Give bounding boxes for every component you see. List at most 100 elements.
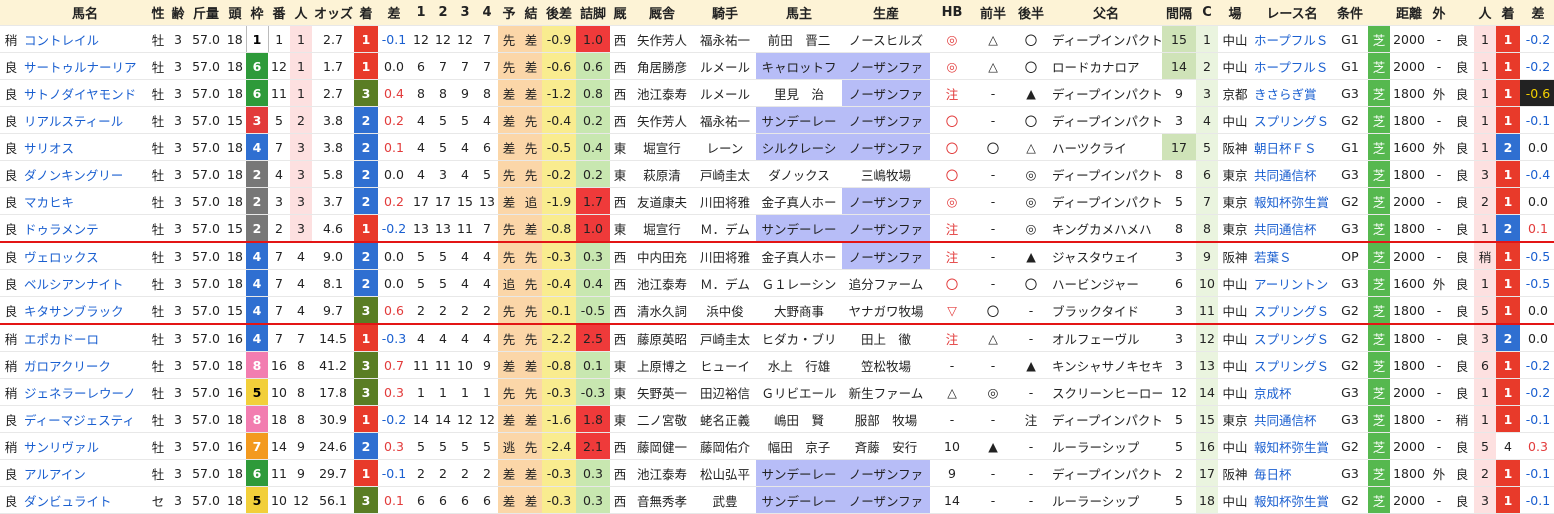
cell-outer: -	[1428, 106, 1450, 134]
cell-horse-name[interactable]: リアルスティール	[22, 106, 148, 134]
cell-horse-name[interactable]: ダンビュライト	[22, 486, 148, 514]
header-pos4[interactable]: 4	[476, 0, 498, 26]
header-owner[interactable]: 馬主	[756, 0, 842, 26]
table-row[interactable]: 良ヴェロックス牡 3 57.0 18 4 7 4 9.0 2 0.0 5 5 4 4 先先 -0.3 0.3 西中…	[0, 242, 1554, 270]
header-pred[interactable]: 予	[498, 0, 520, 26]
table-row[interactable]: 良サートゥルナーリア牡 3 57.0 18 6 12 1 1.7 1 0.0 6 7 7 7 先差 -0.6 0…	[0, 52, 1554, 80]
cell-horse-name[interactable]: ドゥラメンテ	[22, 214, 148, 243]
header-odds[interactable]: オッズ	[312, 0, 354, 26]
cell-horse-name[interactable]: マカヒキ	[22, 187, 148, 215]
table-row[interactable]: 良ドゥラメンテ牡 3 57.0 15 2 2 3 4.6 1 -0.2 13 13 11 7 先差 -0.8 1…	[0, 214, 1554, 243]
header-gate[interactable]: 枠	[246, 0, 268, 26]
header-interval[interactable]: 間隔	[1162, 0, 1196, 26]
cell-race-name[interactable]: 朝日杯ＦＳ	[1252, 133, 1332, 161]
header-pos3[interactable]: 3	[454, 0, 476, 26]
header-jockey[interactable]: 騎手	[694, 0, 756, 26]
cell-race-name[interactable]: 毎日杯	[1252, 459, 1332, 487]
cell-horse-name[interactable]: サートゥルナーリア	[22, 52, 148, 80]
header-age[interactable]: 齢	[168, 0, 188, 26]
cell-horse-name[interactable]: ジェネラーレウーノ	[22, 378, 148, 406]
cell-race-name[interactable]: きさらぎ賞	[1252, 79, 1332, 107]
cell-race-name[interactable]: アーリントン	[1252, 269, 1332, 297]
table-row[interactable]: 稍サンリヴァル牡 3 57.0 16 7 14 9 24.6 2 0.3 5 5 5 5 逃先 -2.4 2.1…	[0, 432, 1554, 460]
header-result[interactable]: 結	[520, 0, 542, 26]
cell-horse-name[interactable]: ヴェロックス	[22, 242, 148, 270]
header-outer[interactable]: 外	[1428, 0, 1450, 26]
cell-race-name[interactable]: ホープフルＳ	[1252, 25, 1332, 53]
cell-horse-name[interactable]: エポカドーロ	[22, 324, 148, 352]
cell-track-cond: 稍	[0, 378, 22, 406]
header-post[interactable]: 番	[268, 0, 290, 26]
cell-horse-name[interactable]: サトノダイヤモンド	[22, 79, 148, 107]
header-margin[interactable]: 差	[378, 0, 410, 26]
header-trainer[interactable]: 厩舎	[630, 0, 694, 26]
cell-horse-name[interactable]: サンリヴァル	[22, 432, 148, 460]
header-pos2[interactable]: 2	[432, 0, 454, 26]
header-late-diff[interactable]: 後差	[542, 0, 576, 26]
header-grade[interactable]: 条件	[1332, 0, 1368, 26]
header-field-size[interactable]: 頭	[224, 0, 246, 26]
cell-race-name[interactable]: スプリングＳ	[1252, 296, 1332, 325]
cell-horse-name[interactable]: ディーマジェスティ	[22, 405, 148, 433]
cell-race-name[interactable]: スプリングＳ	[1252, 106, 1332, 134]
table-row[interactable]: 良アルアイン牡 3 57.0 18 6 11 9 29.7 1 -0.1 2 2 2 2 差差 -0.3 0.3…	[0, 459, 1554, 487]
header-region[interactable]: 厩	[610, 0, 630, 26]
cell-horse-name[interactable]: コントレイル	[22, 25, 148, 53]
table-row[interactable]: 良キタサンブラック牡 3 57.0 15 4 7 4 9.7 3 0.6 2 2 2 2 先先 -0.1 -0.…	[0, 296, 1554, 325]
cell-race-name[interactable]: 共同通信杯	[1252, 160, 1332, 188]
header-last-pop[interactable]: 人	[1474, 0, 1496, 26]
cell-race-name[interactable]: スプリングＳ	[1252, 324, 1332, 352]
header-horse-name[interactable]: 馬名	[22, 0, 148, 26]
cell-grade: G2	[1332, 486, 1368, 514]
cell-race-name[interactable]: ホープフルＳ	[1252, 52, 1332, 80]
header-track-cond[interactable]	[0, 0, 22, 26]
table-row[interactable]: 良サリオス牡 3 57.0 18 4 7 3 3.8 2 0.1 4 5 4 6 差先 -0.5 0.4 東堀宣行…	[0, 133, 1554, 161]
cell-race-name[interactable]: 共同通信杯	[1252, 214, 1332, 243]
header-race-name[interactable]: レース名	[1252, 0, 1332, 26]
table-row[interactable]: 良ダンビュライトセ 3 57.0 18 5 10 12 56.1 3 0.1 6 6 6 6 差差 -0.3 0…	[0, 486, 1554, 514]
header-last-finish[interactable]: 着	[1496, 0, 1520, 26]
table-row[interactable]: 稍コントレイル牡 3 57.0 18 1 1 1 2.7 1 -0.1 12 12 12 7 先差 -0.9 1…	[0, 25, 1554, 53]
header-breeder[interactable]: 生産	[842, 0, 930, 26]
cell-race-name[interactable]: スプリングＳ	[1252, 351, 1332, 379]
cell-race-name[interactable]: 共同通信杯	[1252, 405, 1332, 433]
header-finish[interactable]: 着	[354, 0, 378, 26]
cell-race-name[interactable]: 報知杯弥生賞	[1252, 486, 1332, 514]
cell-race-name[interactable]: 若葉Ｓ	[1252, 242, 1332, 270]
header-surface[interactable]	[1368, 0, 1390, 26]
table-row[interactable]: 良ベルシアンナイト牡 3 57.0 18 4 7 4 8.1 2 0.0 5 5 4 4 追先 -0.4 0.4…	[0, 269, 1554, 297]
cell-race-name[interactable]: 京成杯	[1252, 378, 1332, 406]
header-second-half[interactable]: 後半	[1012, 0, 1050, 26]
cell-horse-name[interactable]: アルアイン	[22, 459, 148, 487]
header-popularity[interactable]: 人	[290, 0, 312, 26]
header-pos1[interactable]: 1	[410, 0, 432, 26]
table-row[interactable]: 良リアルスティール牡 3 57.0 15 3 5 2 3.8 2 0.2 4 5 5 4 差先 -0.4 0.2…	[0, 106, 1554, 134]
cell-horse-name[interactable]: ベルシアンナイト	[22, 269, 148, 297]
header-weight[interactable]: 斤量	[188, 0, 224, 26]
header-first-half[interactable]: 前半	[974, 0, 1012, 26]
cell-horse-name[interactable]: キタサンブラック	[22, 296, 148, 325]
table-row[interactable]: 良ダノンキングリー牡 3 57.0 18 2 4 3 5.8 2 0.0 4 3 4 5 先先 -0.2 0.2…	[0, 160, 1554, 188]
table-row[interactable]: 良マカヒキ牡 3 57.0 18 2 3 3 3.7 2 0.2 17 17 15 13 差追 -1.9 1.7…	[0, 187, 1554, 215]
cell-race-name[interactable]: 報知杯弥生賞	[1252, 187, 1332, 215]
table-row[interactable]: 稍ガロアクリーク牡 3 57.0 18 8 16 8 41.2 3 0.7 11 11 10 9 差差 -0.…	[0, 351, 1554, 379]
header-distance[interactable]: 距離	[1390, 0, 1428, 26]
table-row[interactable]: 良ディーマジェスティ牡 3 57.0 18 8 18 8 30.9 1 -0.2 14 14 12 12 差…	[0, 405, 1554, 433]
header-sire[interactable]: 父名	[1050, 0, 1162, 26]
header-going[interactable]	[1450, 0, 1474, 26]
cell-odds: 14.5	[312, 324, 354, 352]
header-closing[interactable]: 詰脚	[576, 0, 610, 26]
table-row[interactable]: 良サトノダイヤモンド牡 3 57.0 18 6 11 1 2.7 3 0.4 8 8 9 8 差差 -1.2 0…	[0, 79, 1554, 107]
header-last-margin[interactable]: 差	[1520, 0, 1554, 26]
cell-horse-name[interactable]: ガロアクリーク	[22, 351, 148, 379]
cell-horse-name[interactable]: サリオス	[22, 133, 148, 161]
cell-race-name[interactable]: 報知杯弥生賞	[1252, 432, 1332, 460]
table-row[interactable]: 稍ジェネラーレウーノ牡 3 57.0 16 5 10 8 17.8 3 0.3 1 1 1 1 先先 -0.3…	[0, 378, 1554, 406]
header-course[interactable]: 場	[1218, 0, 1252, 26]
cell-weight: 57.0	[188, 324, 224, 352]
header-count[interactable]: C	[1196, 0, 1218, 26]
table-row[interactable]: 稍エポカドーロ牡 3 57.0 16 4 7 7 14.5 1 -0.3 4 4 4 4 先先 -2.2 2.5…	[0, 324, 1554, 352]
cell-horse-name[interactable]: ダノンキングリー	[22, 160, 148, 188]
header-sex[interactable]: 性	[148, 0, 168, 26]
header-hb[interactable]: HB	[930, 0, 974, 26]
